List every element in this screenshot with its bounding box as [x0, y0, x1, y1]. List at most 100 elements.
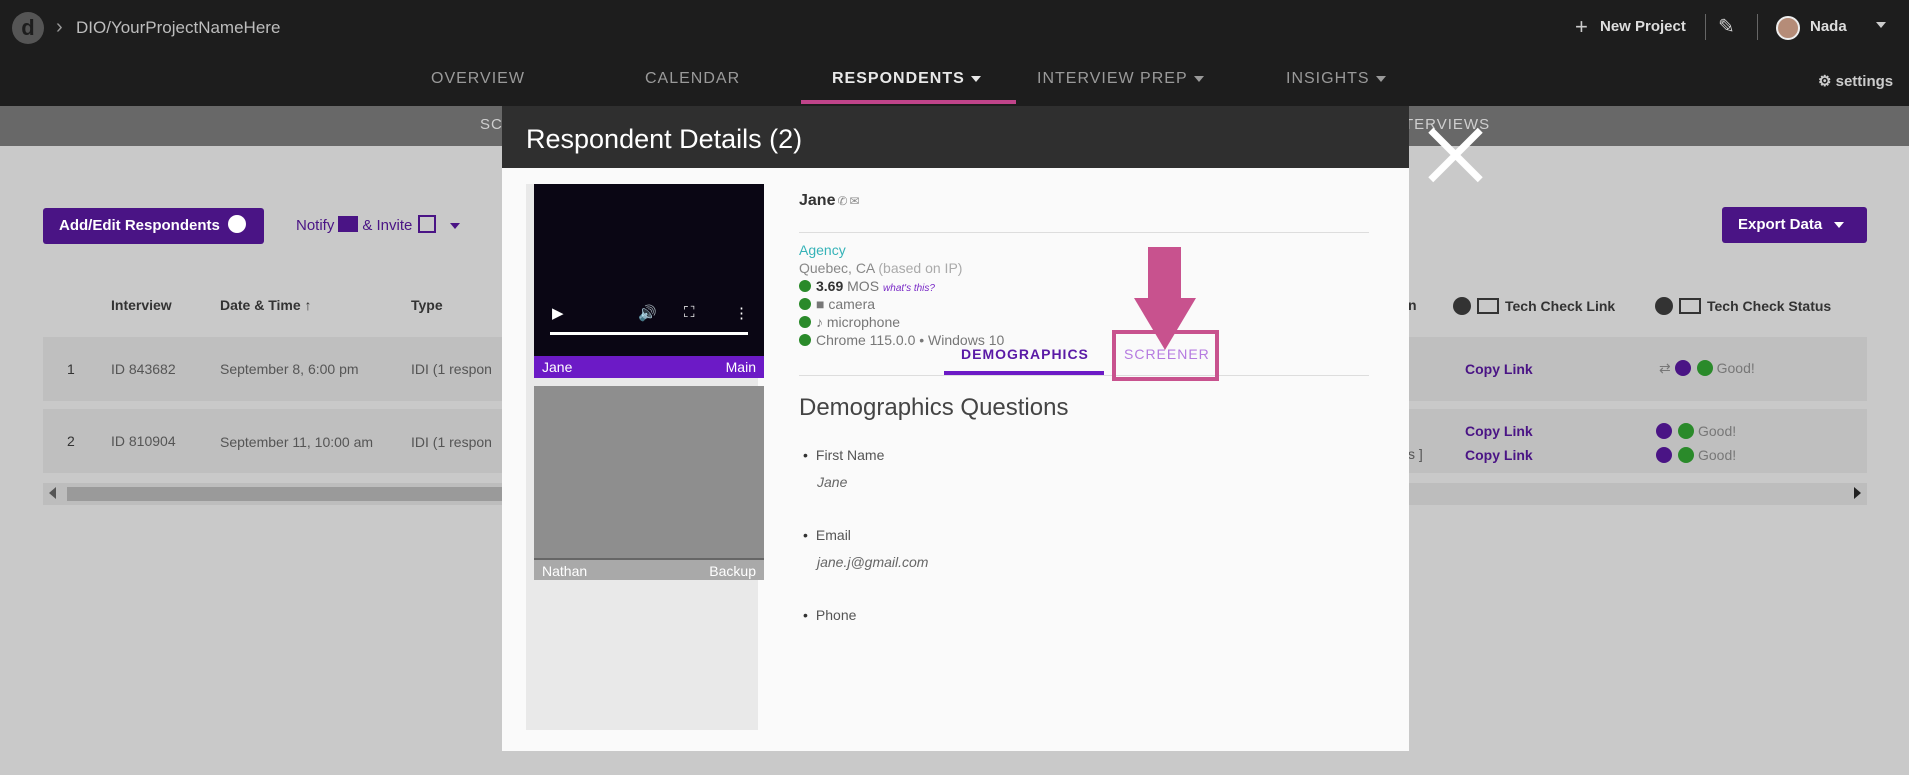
person-icon	[1453, 297, 1471, 315]
video-player-main[interactable]: ▶ 🔊 ⛶ ⋮ Jane Main	[534, 184, 764, 378]
tab-overview[interactable]: OVERVIEW	[431, 70, 525, 88]
mail-icon	[338, 216, 359, 232]
dio-logo[interactable]: d	[12, 12, 44, 44]
tab-respondents[interactable]: RESPONDENTS	[832, 70, 981, 88]
chevron-down-icon	[1375, 75, 1386, 82]
mos-score: 3.69 MOS what's this?	[799, 278, 935, 294]
agency-label: Agency	[799, 242, 846, 258]
question-answer: jane.j@gmail.com	[817, 554, 929, 570]
copy-link-button[interactable]: Copy Link	[1465, 361, 1533, 377]
active-tab-indicator	[801, 100, 1016, 104]
tab-insights[interactable]: INSIGHTS	[1286, 70, 1386, 88]
respondent-details-modal: Respondent Details (2) ▶ 🔊 ⛶ ⋮ Jane Main …	[502, 106, 1409, 751]
interview-id: ID 843682	[111, 361, 176, 377]
interview-datetime: September 11, 10:00 am	[220, 434, 374, 450]
check-circle-icon	[799, 334, 811, 346]
export-data-button[interactable]: Export Data	[1722, 207, 1867, 243]
video-player-backup[interactable]: Nathan Backup	[534, 386, 764, 580]
settings-link[interactable]: ⚙ settings	[1818, 72, 1893, 90]
chevron-down-icon	[970, 75, 981, 82]
copy-link-button[interactable]: Copy Link	[1465, 447, 1533, 463]
section-title: Demographics Questions	[799, 394, 1069, 421]
volume-icon[interactable]: 🔊	[638, 304, 657, 322]
monitor-icon	[1679, 298, 1701, 314]
chevron-down-icon	[450, 223, 461, 230]
avatar[interactable]	[1776, 16, 1800, 40]
divider	[799, 375, 1369, 376]
tab-calendar[interactable]: CALENDAR	[645, 70, 740, 88]
play-icon[interactable]	[1656, 447, 1672, 463]
col-header-interview[interactable]: Interview	[111, 297, 172, 313]
video-progress-bar[interactable]	[550, 332, 748, 335]
mail-icon[interactable]: ✉	[850, 194, 860, 208]
interview-datetime: September 8, 6:00 pm	[220, 361, 359, 377]
interview-id: ID 810904	[111, 433, 176, 449]
breadcrumb-project[interactable]: DIO/YourProjectNameHere	[76, 18, 280, 38]
scroll-right-icon[interactable]	[1854, 487, 1861, 499]
top-bar: d › DIO/YourProjectNameHere + New Projec…	[0, 0, 1909, 106]
interview-type: IDI (1 respon	[411, 434, 492, 450]
col-header-tech-check-status[interactable]: Tech Check Status	[1655, 297, 1831, 315]
tab-interview-prep[interactable]: INTERVIEW PREP	[1037, 70, 1204, 88]
plus-icon[interactable]: +	[1575, 14, 1588, 40]
microphone-icon: ♪	[816, 314, 823, 330]
row-number: 2	[67, 433, 75, 449]
new-project-button[interactable]: New Project	[1600, 18, 1686, 35]
check-circle-icon	[1696, 360, 1713, 376]
scroll-thumb[interactable]	[67, 487, 507, 501]
annotation-arrow-head	[1134, 298, 1196, 350]
phone-icon[interactable]: ✆	[837, 194, 847, 208]
notify-invite-button[interactable]: Notify & Invite	[296, 215, 461, 234]
camera-icon: ■	[816, 296, 825, 312]
monitor-icon	[1477, 298, 1499, 314]
chevron-down-icon	[1193, 75, 1204, 82]
video-label: Nathan Backup	[534, 558, 764, 580]
cell-fragment: s ]	[1408, 446, 1423, 462]
question-label: First Name	[803, 447, 884, 463]
magic-wand-icon[interactable]: ✎	[1718, 14, 1735, 39]
check-circle-icon	[1678, 447, 1694, 463]
play-icon[interactable]	[1656, 423, 1672, 439]
interview-type: IDI (1 respon	[411, 361, 492, 377]
check-circle-icon	[799, 316, 811, 328]
check-circle-icon	[799, 298, 811, 310]
divider	[799, 232, 1369, 233]
row-number: 1	[67, 361, 75, 377]
chevron-right-icon: ›	[56, 16, 63, 38]
play-icon[interactable]: ▶	[552, 304, 564, 322]
question-label: Email	[803, 527, 851, 543]
refresh-icon[interactable]: ⇄	[1659, 360, 1671, 376]
tech-status: Good!	[1656, 423, 1736, 439]
divider	[1757, 14, 1758, 40]
close-icon[interactable]	[1424, 124, 1486, 186]
col-header-type[interactable]: Type	[411, 297, 443, 313]
add-edit-respondents-button[interactable]: Add/Edit Respondents	[43, 208, 264, 244]
video-column: ▶ 🔊 ⛶ ⋮ Jane Main Nathan Backup	[526, 184, 764, 730]
respondent-name: Jane ✆ ✉	[799, 192, 860, 209]
play-icon[interactable]	[1674, 360, 1691, 376]
tech-status: Good!	[1656, 447, 1736, 463]
chevron-down-icon[interactable]	[1876, 22, 1886, 28]
subtab-left[interactable]: SC	[480, 116, 503, 133]
tab-demographics[interactable]: DEMOGRAPHICS	[961, 346, 1089, 362]
col-header-tech-check-link[interactable]: Tech Check Link	[1453, 297, 1615, 315]
video-label: Jane Main	[534, 356, 764, 378]
question-answer: Jane	[817, 474, 848, 490]
scroll-left-icon[interactable]	[49, 487, 56, 499]
col-header-datetime[interactable]: Date & Time ↑	[220, 297, 312, 313]
col-header-fragment: n	[1408, 297, 1417, 313]
whats-this-link[interactable]: what's this?	[883, 283, 935, 294]
user-name[interactable]: Nada	[1810, 18, 1847, 35]
copy-link-button[interactable]: Copy Link	[1465, 423, 1533, 439]
person-icon	[1655, 297, 1673, 315]
divider	[1705, 14, 1706, 40]
annotation-arrow-icon	[1148, 247, 1181, 299]
fullscreen-icon[interactable]: ⛶	[684, 304, 695, 321]
modal-header: Respondent Details (2)	[502, 106, 1409, 168]
microphone-status: ♪ microphone	[799, 314, 900, 330]
check-circle-icon	[1678, 423, 1694, 439]
more-options-icon[interactable]: ⋮	[734, 304, 749, 322]
check-circle-icon	[799, 280, 811, 292]
chevron-down-icon	[1834, 222, 1845, 229]
calendar-icon	[418, 215, 437, 233]
